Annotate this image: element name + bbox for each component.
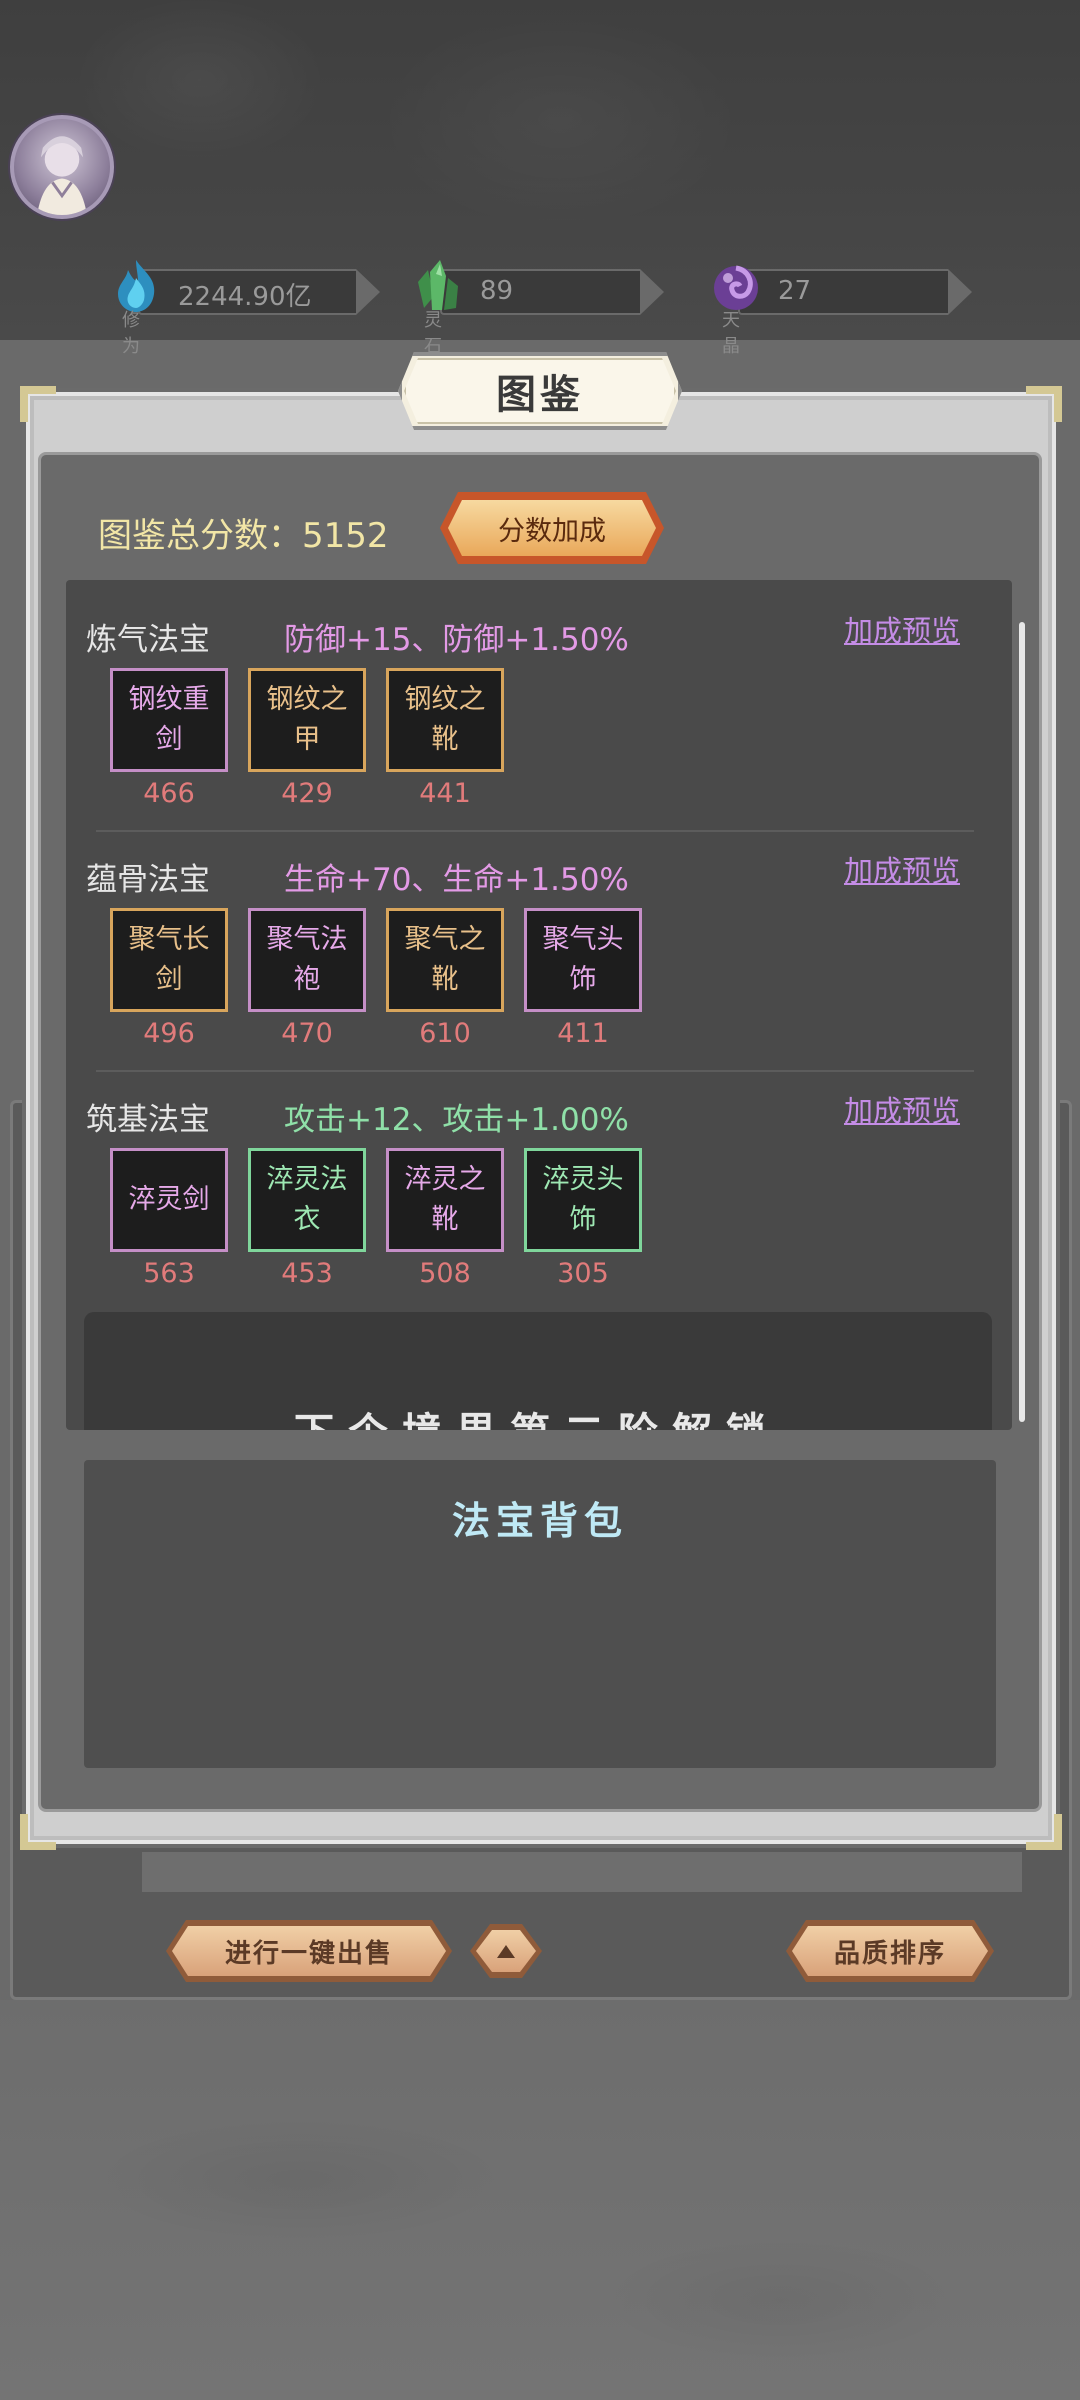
section-bonus: 生命+70、生命+1.50% (284, 862, 629, 898)
item-score: 411 (557, 1018, 609, 1049)
avatar-portrait-icon (37, 136, 87, 215)
resource-value: 89 (480, 276, 514, 306)
item-card[interactable]: 聚气之靴 610 (386, 908, 504, 1049)
locked-next-realm-card: 下个境界第二阶解锁 (84, 1312, 992, 1430)
resource-label: 天晶 (722, 310, 740, 357)
item-card[interactable]: 聚气法袍 470 (248, 908, 366, 1049)
section-divider (96, 1070, 974, 1072)
score-label: 图鉴总分数： (98, 516, 302, 556)
bag-title: 法宝背包 (451, 1498, 628, 1543)
section-bonus: 攻击+12、攻击+1.00% (284, 1102, 629, 1138)
item-name: 钢纹之靴 (404, 684, 486, 755)
item-name: 淬灵之靴 (404, 1164, 486, 1235)
collection-list[interactable]: 炼气法宝 防御+15、防御+1.50% 加成预览 钢纹重剑 466 钢纹之甲 4… (66, 580, 1012, 1430)
item-name: 淬灵剑 (128, 1184, 210, 1215)
total-score: 图鉴总分数：5152 (98, 508, 389, 557)
item-card[interactable]: 淬灵之靴 508 (386, 1148, 504, 1289)
bonus-preview-link[interactable]: 加成预览 (844, 1088, 960, 1130)
item-name: 淬灵头饰 (542, 1164, 624, 1235)
sell-all-button[interactable]: 进行一键出售 (166, 1920, 452, 1982)
item-name: 淬灵法衣 (266, 1164, 348, 1235)
resource-value: 27 (778, 276, 812, 306)
frame-corner (1026, 386, 1062, 422)
quality-sort-label: 品质排序 (792, 1926, 988, 1976)
item-score: 466 (143, 778, 195, 809)
underlying-strip (142, 1852, 1022, 1892)
frame-corner (20, 1814, 56, 1850)
quality-sort-button[interactable]: 品质排序 (786, 1920, 994, 1982)
item-card[interactable]: 淬灵剑 563 (110, 1148, 228, 1289)
list-scrollbar[interactable] (1019, 622, 1025, 1422)
item-name: 聚气之靴 (404, 924, 486, 995)
item-score: 610 (419, 1018, 471, 1049)
item-name: 钢纹之甲 (266, 684, 348, 755)
item-card[interactable]: 钢纹之甲 429 (248, 668, 366, 809)
item-score: 563 (143, 1258, 195, 1289)
item-name: 聚气法袍 (266, 924, 348, 995)
item-score: 508 (419, 1258, 471, 1289)
resource-label: 灵石 (424, 310, 442, 357)
item-name: 聚气头饰 (542, 924, 624, 995)
resource-value: 2244.90亿 (178, 282, 312, 312)
item-card[interactable]: 钢纹之靴 441 (386, 668, 504, 809)
bottom-background (0, 2000, 1080, 2400)
item-score: 470 (281, 1018, 333, 1049)
dialog-title: 图鉴 (404, 358, 676, 424)
resource-label: 修为 (122, 310, 140, 357)
bonus-preview-link[interactable]: 加成预览 (844, 848, 960, 890)
frame-corner (1026, 1814, 1062, 1850)
item-card[interactable]: 钢纹重剑 466 (110, 668, 228, 809)
item-score: 496 (143, 1018, 195, 1049)
sell-all-label: 进行一键出售 (172, 1926, 446, 1976)
section-title: 蕴骨法宝 (86, 862, 210, 898)
player-avatar[interactable] (10, 115, 114, 219)
dialog-title-text: 图鉴 (496, 371, 584, 418)
bonus-preview-link[interactable]: 加成预览 (844, 608, 960, 650)
item-score: 305 (557, 1258, 609, 1289)
item-score: 453 (281, 1258, 333, 1289)
locked-hint-text: 下个境界第二阶解锁 (294, 1400, 780, 1430)
frame-corner (20, 386, 56, 422)
item-card[interactable]: 淬灵头饰 305 (524, 1148, 642, 1289)
score-value: 5152 (302, 516, 389, 556)
item-card[interactable]: 聚气头饰 411 (524, 908, 642, 1049)
item-score: 429 (281, 778, 333, 809)
score-bonus-button[interactable]: 分数加成 (448, 500, 656, 556)
item-name: 钢纹重剑 (128, 684, 210, 755)
section-title: 炼气法宝 (86, 622, 210, 658)
section-bonus: 防御+15、防御+1.50% (284, 622, 629, 658)
chevron-up-icon (476, 1930, 536, 1972)
section-title: 筑基法宝 (86, 1102, 210, 1138)
section-divider (96, 830, 974, 832)
item-name: 聚气长剑 (128, 924, 210, 995)
treasure-bag-panel: 法宝背包 (84, 1460, 996, 1768)
item-card[interactable]: 淬灵法衣 453 (248, 1148, 366, 1289)
item-card[interactable]: 聚气长剑 496 (110, 908, 228, 1049)
item-score: 441 (419, 778, 471, 809)
